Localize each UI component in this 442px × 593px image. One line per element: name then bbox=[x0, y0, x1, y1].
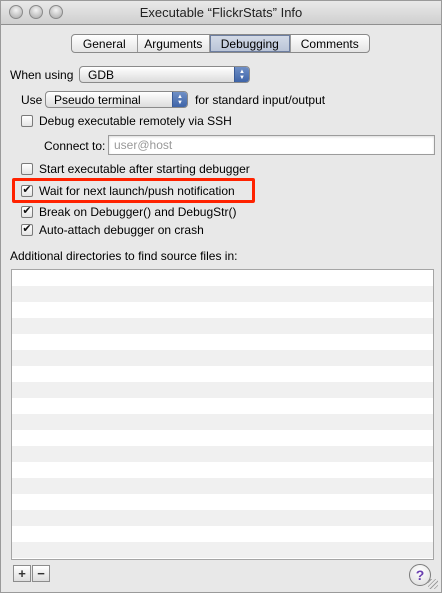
list-row[interactable] bbox=[12, 350, 433, 366]
connect-to-label: Connect to: bbox=[44, 139, 106, 153]
break-debugger-row[interactable]: Break on Debugger() and DebugStr() bbox=[21, 205, 236, 219]
break-debugger-checkbox[interactable] bbox=[21, 206, 33, 218]
io-popup-value: Pseudo terminal bbox=[54, 92, 141, 107]
tab-bar: General Arguments Debugging Comments bbox=[71, 34, 370, 53]
auto-attach-label: Auto-attach debugger on crash bbox=[39, 223, 204, 237]
info-window: Executable “FlickrStats” Info General Ar… bbox=[0, 0, 442, 593]
list-row[interactable] bbox=[12, 478, 433, 494]
debugger-popup[interactable]: GDB ▲ ▼ bbox=[79, 66, 250, 83]
start-after-debugger-row[interactable]: Start executable after starting debugger bbox=[21, 162, 250, 176]
break-debugger-label: Break on Debugger() and DebugStr() bbox=[39, 205, 237, 219]
source-dirs-label: Additional directories to find source fi… bbox=[10, 249, 238, 263]
list-row[interactable] bbox=[12, 382, 433, 398]
list-row[interactable] bbox=[12, 334, 433, 350]
list-row[interactable] bbox=[12, 366, 433, 382]
popup-arrows-icon: ▲ ▼ bbox=[172, 92, 187, 107]
tab-debugging[interactable]: Debugging bbox=[210, 35, 291, 52]
wait-launch-label: Wait for next launch/push notification bbox=[39, 184, 235, 198]
list-row[interactable] bbox=[12, 542, 433, 558]
wait-launch-row[interactable]: Wait for next launch/push notification bbox=[21, 184, 235, 198]
list-row[interactable] bbox=[12, 526, 433, 542]
auto-attach-row[interactable]: Auto-attach debugger on crash bbox=[21, 223, 204, 237]
title-bar[interactable]: Executable “FlickrStats” Info bbox=[1, 1, 441, 25]
remote-ssh-checkbox[interactable] bbox=[21, 115, 33, 127]
start-after-debugger-label: Start executable after starting debugger bbox=[39, 162, 250, 176]
tab-comments[interactable]: Comments bbox=[291, 35, 369, 52]
list-row[interactable] bbox=[12, 270, 433, 286]
list-row[interactable] bbox=[12, 318, 433, 334]
remote-ssh-checkbox-row[interactable]: Debug executable remotely via SSH bbox=[21, 114, 232, 128]
list-row[interactable] bbox=[12, 302, 433, 318]
list-row[interactable] bbox=[12, 430, 433, 446]
wait-launch-checkbox[interactable] bbox=[21, 185, 33, 197]
list-row[interactable] bbox=[12, 510, 433, 526]
io-suffix-label: for standard input/output bbox=[195, 93, 326, 107]
remove-directory-button[interactable]: − bbox=[32, 565, 50, 582]
tab-arguments[interactable]: Arguments bbox=[138, 35, 211, 52]
list-row[interactable] bbox=[12, 494, 433, 510]
when-using-label: When using bbox=[10, 68, 74, 82]
list-row[interactable] bbox=[12, 558, 433, 559]
use-label: Use bbox=[21, 93, 43, 107]
io-popup[interactable]: Pseudo terminal ▲ ▼ bbox=[45, 91, 188, 108]
debugger-popup-value: GDB bbox=[88, 67, 115, 82]
list-row[interactable] bbox=[12, 446, 433, 462]
list-row[interactable] bbox=[12, 286, 433, 302]
window-title: Executable “FlickrStats” Info bbox=[139, 5, 303, 20]
remote-ssh-label: Debug executable remotely via SSH bbox=[39, 114, 232, 128]
list-row[interactable] bbox=[12, 462, 433, 478]
list-row[interactable] bbox=[12, 398, 433, 414]
popup-arrows-icon: ▲ ▼ bbox=[234, 67, 249, 82]
start-after-debugger-checkbox[interactable] bbox=[21, 163, 33, 175]
resize-grip-icon[interactable] bbox=[428, 579, 438, 589]
list-row[interactable] bbox=[12, 414, 433, 430]
connect-to-input[interactable]: user@host bbox=[108, 135, 435, 155]
add-directory-button[interactable]: + bbox=[13, 565, 31, 582]
tab-general[interactable]: General bbox=[72, 35, 138, 52]
source-dirs-list[interactable] bbox=[11, 269, 434, 560]
auto-attach-checkbox[interactable] bbox=[21, 224, 33, 236]
